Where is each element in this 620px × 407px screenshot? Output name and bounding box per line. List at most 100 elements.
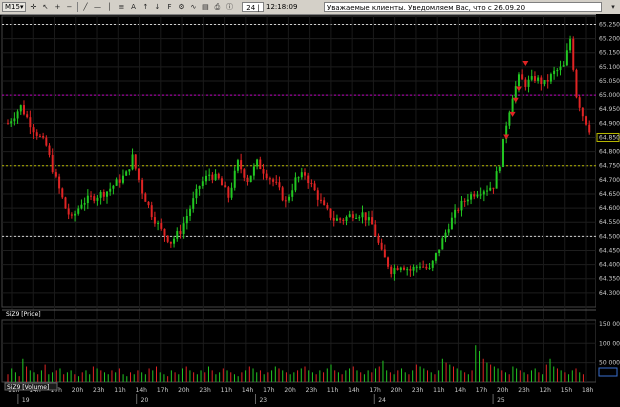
time-tick-label: 14h [348, 387, 360, 394]
line-tool-icon[interactable]: ╱ [80, 2, 90, 12]
candle-body [406, 269, 409, 271]
candle-body [240, 160, 243, 170]
arrow-up-icon[interactable]: ↑ [140, 2, 150, 12]
time-tick-label: 14h [242, 387, 254, 394]
indicator-icon[interactable]: ∿ [188, 2, 198, 12]
candle-body [441, 238, 444, 250]
candle-body [243, 169, 246, 178]
candle-body [106, 191, 108, 197]
cursor-icon[interactable]: ↖ [40, 2, 50, 12]
settings-icon[interactable]: ⚙ [176, 2, 186, 12]
channel-tool-icon[interactable]: ≡ [116, 2, 126, 12]
candle-body [393, 268, 396, 275]
candle-body [466, 199, 469, 202]
candle-body [304, 172, 306, 176]
candle-body [54, 172, 57, 177]
candle-body [508, 112, 511, 126]
candle-body [284, 200, 287, 202]
candle-body [112, 185, 115, 189]
candle-body [227, 187, 230, 198]
candle-body [83, 202, 86, 205]
candle-body [380, 242, 383, 250]
candle-body [211, 174, 214, 180]
counter-field[interactable]: 24 | 24 [242, 2, 264, 22]
time-tick-label: 14h [454, 387, 466, 394]
candle-body [236, 160, 239, 171]
candle-body [387, 257, 390, 267]
candle-body [179, 231, 182, 234]
candle-body [58, 176, 61, 189]
candle-body [176, 231, 179, 239]
time-tick-label: 17h [263, 387, 275, 394]
candle-body [252, 166, 255, 176]
candle-body [428, 267, 431, 269]
candle-body [10, 121, 13, 124]
candle-body [470, 194, 473, 200]
candle-body [281, 187, 284, 201]
candle-body [559, 66, 562, 71]
candle-body [316, 190, 319, 200]
toolbar-divider [77, 2, 79, 12]
time-tick-label: 11h [327, 387, 339, 394]
candle-body [93, 196, 96, 201]
volume-panel-frame [1, 319, 597, 383]
time-tick-label: 11h [221, 387, 233, 394]
candle-body [473, 194, 476, 197]
news-ticker[interactable]: Уважаемые клиенты. Уведомляем Вас, что с… [324, 2, 602, 12]
candle-body [377, 236, 380, 243]
candle-body [530, 76, 533, 80]
price-tick-label: 65.000 [599, 92, 620, 99]
candle-body [422, 266, 425, 268]
candle-body [163, 228, 166, 236]
time-tick-label: 20h [178, 387, 190, 394]
day-label: 20 [141, 397, 149, 404]
zoom-out-icon[interactable]: − [64, 2, 74, 12]
arrow-down-icon[interactable]: ↓ [152, 2, 162, 12]
chevron-down-icon[interactable]: ▾ [607, 2, 619, 12]
candle-body [214, 173, 217, 180]
candle-body [374, 224, 377, 237]
candle-body [319, 199, 322, 201]
info-icon[interactable]: ⓘ [224, 2, 234, 12]
candle-body [32, 127, 35, 133]
price-tick-label: 65.200 [599, 36, 620, 43]
day-label: 24 [378, 397, 386, 404]
candle-body [96, 197, 99, 201]
vline-tool-icon[interactable]: │ [104, 2, 114, 12]
time-tick-label: 23h [306, 387, 318, 394]
chart-area[interactable]: 65.250 65.200 65.150 65.100 65.050 65.000 64.9… [0, 14, 620, 407]
candle-body [67, 208, 70, 215]
hline-tool-icon[interactable]: — [92, 2, 102, 12]
candle-body [527, 79, 530, 87]
candle-body [118, 179, 121, 183]
price-tick-label: 64.400 [599, 262, 620, 269]
candle-body [463, 200, 466, 202]
candle-body [348, 214, 351, 217]
candle-body [265, 173, 268, 179]
template-icon[interactable]: ▤ [200, 2, 210, 12]
candle-body [70, 214, 73, 216]
price-panel-frame [1, 15, 597, 308]
candle-body [157, 223, 160, 225]
candle-body [150, 205, 153, 218]
timeframe-selector[interactable]: M15 ▾ [2, 2, 27, 12]
candle-body [434, 253, 437, 261]
candle-body [115, 179, 118, 186]
candle-body [307, 175, 310, 184]
volume-panel-label: SiZ9 [Volume] [7, 384, 49, 391]
candle-body [74, 213, 77, 216]
candle-body [189, 208, 192, 217]
candle-body [575, 69, 578, 98]
crosshair-icon[interactable]: ✛ [28, 2, 38, 12]
fibo-tool-icon[interactable]: F [164, 2, 174, 12]
zoom-in-icon[interactable]: + [52, 2, 62, 12]
candle-body [205, 175, 207, 182]
candle-body [556, 70, 559, 72]
clock-readout: 12:18:09 [266, 3, 298, 11]
text-tool-icon[interactable]: A [128, 2, 138, 12]
print-icon[interactable]: ⎙ [212, 2, 222, 12]
candle-body [549, 74, 552, 82]
candle-body [403, 267, 405, 270]
candle-body [29, 117, 32, 128]
time-tick-label: 23h [93, 387, 105, 394]
